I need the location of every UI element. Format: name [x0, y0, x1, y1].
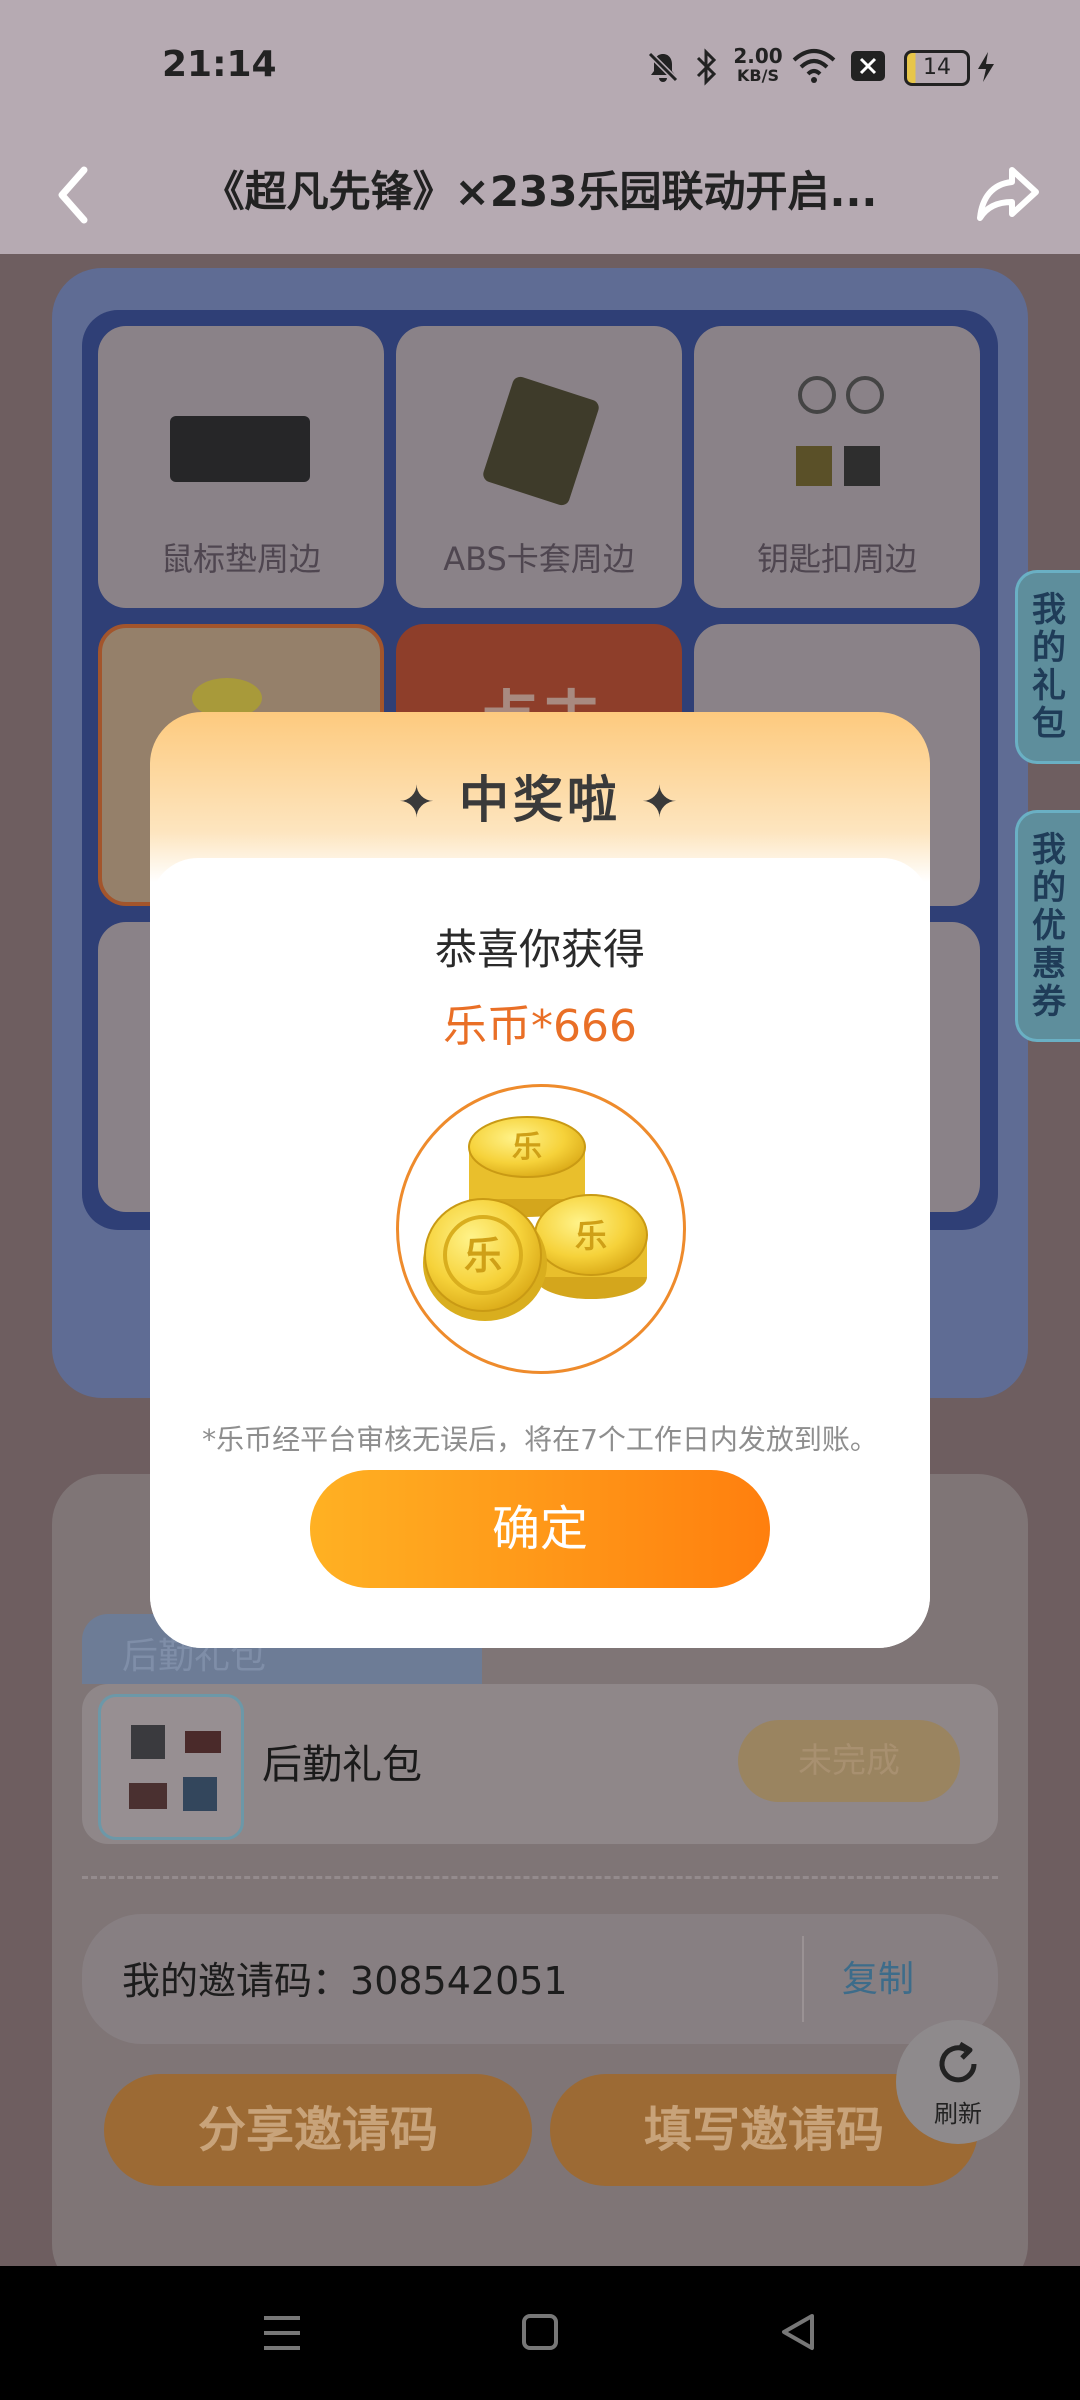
coin-glyph: 乐 — [575, 1217, 607, 1255]
dialog-title: ✦ 中奖啦 ✦ — [150, 760, 930, 832]
my-gifts-label: 我的礼包 — [1032, 590, 1066, 744]
disclaimer-note: *乐币经平台审核无误后，将在7个工作日内发放到账。 — [202, 1423, 878, 1456]
sparkle-icon: ✦ — [641, 777, 682, 828]
prize-tile-card-holder[interactable]: ABS卡套周边 — [396, 326, 682, 608]
app-header: 《超凡先锋》×233乐园联动开启... — [0, 136, 1080, 254]
status-time: 21:14 — [162, 44, 277, 85]
coin-stack-image: 乐 乐 乐 — [396, 1084, 686, 1374]
prize-tile-mousepad[interactable]: 鼠标垫周边 — [98, 326, 384, 608]
keychain-ring-left — [798, 376, 836, 414]
battery-level: 14 — [923, 55, 951, 80]
invite-code-row: 我的邀请码：308542051 复制 — [82, 1914, 998, 2044]
refresh-button[interactable]: 刷新 — [896, 2020, 1020, 2144]
wifi-icon — [792, 49, 836, 83]
gift-item-image — [185, 1731, 221, 1753]
page-title: 《超凡先锋》×233乐园联动开启... — [202, 167, 878, 216]
keychain-tag-left — [796, 446, 832, 486]
close-box-icon — [851, 51, 885, 81]
my-coupons-tab[interactable]: 我的优惠券 — [1015, 810, 1080, 1042]
prize-label: ABS卡套周边 — [443, 540, 635, 578]
coin-stack-icon: 乐 乐 乐 — [423, 1116, 648, 1321]
prize-tile-keychain[interactable]: 钥匙扣周边 — [694, 326, 980, 608]
gift-item-image — [183, 1777, 217, 1811]
menu-icon[interactable] — [262, 2314, 302, 2352]
confirm-button[interactable]: 确定 — [310, 1470, 770, 1588]
charging-icon — [978, 52, 994, 82]
prize-label: 钥匙扣周边 — [756, 540, 917, 578]
prize-amount: 乐币*666 — [443, 1001, 637, 1052]
back-icon[interactable] — [778, 2312, 818, 2352]
share-icon[interactable] — [976, 164, 1040, 224]
invite-code: 308542051 — [350, 1959, 568, 2003]
network-speed-unit: KB/S — [737, 66, 779, 85]
prize-label: 鼠标垫周边 — [160, 540, 321, 578]
home-icon[interactable] — [520, 2312, 560, 2352]
gift-row: 后勤礼包 未完成 — [82, 1684, 998, 1844]
refresh-label: 刷新 — [934, 2100, 982, 2128]
gift-item-image — [129, 1783, 167, 1809]
congrats-text: 恭喜你获得 — [434, 925, 645, 974]
card-holder-image — [481, 374, 601, 508]
system-nav-bar — [0, 2266, 1080, 2400]
invite-code-text: 我的邀请码：308542051 — [122, 1950, 568, 2005]
refresh-icon — [939, 2041, 977, 2083]
mute-icon — [647, 51, 679, 83]
sparkle-icon: ✦ — [398, 777, 439, 828]
coin-glyph: 乐 — [512, 1130, 542, 1165]
gift-item-image — [131, 1725, 165, 1759]
copy-button[interactable]: 复制 — [842, 1950, 914, 2002]
my-coupons-label: 我的优惠券 — [1032, 830, 1066, 1022]
share-invite-button[interactable]: 分享邀请码 — [104, 2074, 532, 2186]
gift-status-button[interactable]: 未完成 — [738, 1720, 960, 1802]
gift-name: 后勤礼包 — [262, 1742, 422, 1788]
status-bar: 21:14 2.00 KB/S 14 — [0, 0, 1080, 136]
bluetooth-icon — [696, 48, 717, 86]
keychain-tag-right — [844, 446, 880, 486]
my-gifts-tab[interactable]: 我的礼包 — [1015, 570, 1080, 764]
mousepad-image — [170, 416, 310, 482]
gift-thumbnail — [98, 1694, 244, 1840]
divider — [82, 1876, 998, 1879]
network-speed: 2.00 KB/S — [730, 46, 786, 86]
keychain-ring-right — [846, 376, 884, 414]
coin-glyph: 乐 — [464, 1234, 502, 1278]
battery-icon: 14 — [904, 50, 970, 86]
prize-dialog: ✦ 中奖啦 ✦ 恭喜你获得 乐币*666 乐 乐 乐 *乐币经平台审核无误后，将… — [150, 712, 930, 1648]
back-arrow-icon[interactable] — [52, 164, 92, 226]
separator — [802, 1936, 804, 2022]
invite-label: 我的邀请码： — [122, 1959, 351, 2003]
network-speed-value: 2.00 — [733, 44, 783, 68]
dialog-title-text: 中奖啦 — [459, 771, 621, 829]
